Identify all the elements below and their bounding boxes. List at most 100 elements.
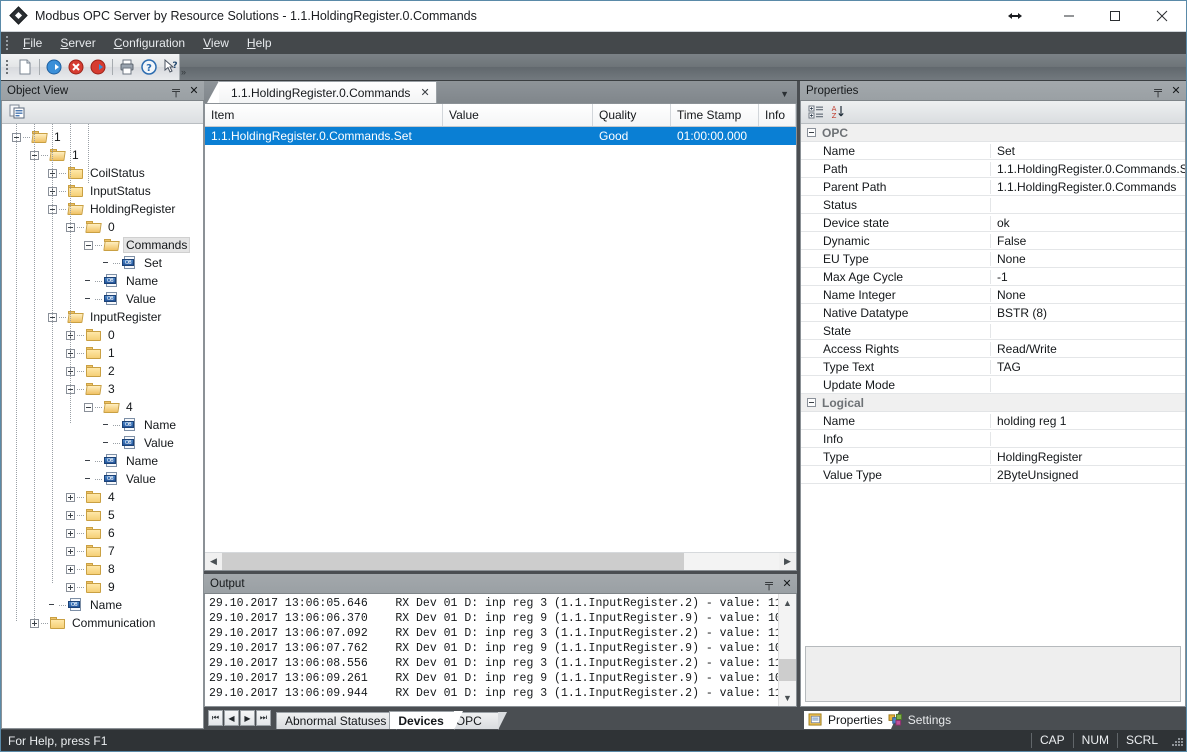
tree-node[interactable]: Commands [2,236,203,254]
property-row[interactable]: EU TypeNone [801,250,1185,268]
horizontal-scroll-track[interactable] [222,553,779,570]
menu-configuration[interactable]: Configuration [105,34,194,52]
scroll-left-arrow-icon[interactable]: ◀ [205,553,222,570]
categorized-view-icon[interactable] [805,102,827,122]
output-close-icon[interactable]: ✕ [779,576,795,592]
property-value[interactable]: BSTR (8) [991,306,1185,320]
column-header[interactable]: Item [205,104,443,126]
tree-expand-icon[interactable] [66,547,75,556]
menu-help[interactable]: Help [238,34,281,52]
tree-expand-icon[interactable] [66,565,75,574]
property-row[interactable]: Path1.1.HoldingRegister.0.Commands.Set [801,160,1185,178]
toolbar-grip[interactable] [3,59,11,75]
output-vertical-scrollbar[interactable]: ▲ ▼ [778,594,796,706]
property-row[interactable]: Parent Path1.1.HoldingRegister.0.Command… [801,178,1185,196]
tree-collapse-icon[interactable] [84,241,93,250]
maximize-button[interactable] [1092,1,1138,31]
toolbar-overflow-icon[interactable]: » [181,67,186,77]
properties-tab-settings[interactable]: Settings [884,711,959,729]
object-tree[interactable]: 11CoilStatusInputStatusHoldingRegister0C… [2,124,203,728]
prev-tab-button[interactable]: ◀ [224,710,239,726]
property-row[interactable]: TypeHoldingRegister [801,448,1185,466]
document-tab[interactable]: 1.1.HoldingRegister.0.Commands ✕ [218,81,437,103]
property-value[interactable]: False [991,234,1185,248]
tree-node[interactable]: OBName [2,596,203,614]
property-value[interactable]: HoldingRegister [991,450,1185,464]
item-list-body[interactable]: 1.1.HoldingRegister.0.Commands.SetGood01… [205,127,796,552]
tree-node[interactable]: OBName [2,452,203,470]
tree-node[interactable]: OBValue [2,470,203,488]
tree-node[interactable]: 2 [2,362,203,380]
property-row[interactable]: Update Mode [801,376,1185,394]
property-row[interactable]: Max Age Cycle-1 [801,268,1185,286]
tree-node[interactable]: 0 [2,326,203,344]
tree-expand-icon[interactable] [66,493,75,502]
property-value[interactable]: 1.1.HoldingRegister.0.Commands.Set [991,162,1185,176]
tree-node[interactable]: InputRegister [2,308,203,326]
properties-pin-icon[interactable]: ╤ [1150,83,1166,99]
tree-node[interactable]: 9 [2,578,203,596]
first-tab-button[interactable]: ⏮ [208,710,223,726]
property-row[interactable]: DynamicFalse [801,232,1185,250]
tree-node[interactable]: CoilStatus [2,164,203,182]
tree-node[interactable]: OBSet [2,254,203,272]
properties-close-icon[interactable]: ✕ [1168,83,1184,99]
property-row[interactable]: NameSet [801,142,1185,160]
print-icon[interactable] [116,56,138,78]
vertical-scroll-thumb[interactable] [779,659,796,681]
menu-view[interactable]: View [194,34,238,52]
tree-node[interactable]: 4 [2,488,203,506]
object-view-pin-icon[interactable]: ╤ [168,83,184,99]
document-tab-close-icon[interactable]: ✕ [420,86,429,99]
tree-node[interactable]: OBValue [2,434,203,452]
tree-node[interactable]: 4 [2,398,203,416]
property-value[interactable]: ok [991,216,1185,230]
tree-node[interactable]: Communication [2,614,203,632]
column-header[interactable]: Value [443,104,593,126]
tree-node[interactable]: 7 [2,542,203,560]
property-category[interactable]: OPC [801,124,1185,142]
property-value[interactable]: 1.1.HoldingRegister.0.Commands [991,180,1185,194]
category-collapse-icon[interactable] [807,128,816,137]
last-tab-button[interactable]: ⏭ [256,710,271,726]
bottom-tab-abnormal-statuses[interactable]: Abnormal Statuses [276,712,397,729]
tree-collapse-icon[interactable] [84,403,93,412]
vertical-scroll-track[interactable] [779,611,796,689]
property-category[interactable]: Logical [801,394,1185,412]
output-log-text[interactable]: 29.10.2017 13:06:05.646 RX Dev 01 D: inp… [205,594,778,706]
resize-horizontal-icon[interactable] [1007,1,1023,31]
alphabetical-sort-icon[interactable]: A Z [827,102,849,122]
close-button[interactable] [1138,1,1186,31]
tree-node[interactable]: 5 [2,506,203,524]
property-row[interactable]: Device stateok [801,214,1185,232]
item-list-horizontal-scrollbar[interactable]: ◀ ▶ [205,552,796,570]
property-value[interactable]: Read/Write [991,342,1185,356]
minimize-button[interactable] [1046,1,1092,31]
reconnect-icon[interactable] [87,56,109,78]
tree-expand-icon[interactable] [66,583,75,592]
properties-tab-properties[interactable]: Properties [804,711,891,729]
connect-icon[interactable] [43,56,65,78]
scroll-right-arrow-icon[interactable]: ▶ [779,553,796,570]
tree-node[interactable]: 8 [2,560,203,578]
property-value[interactable]: 2ByteUnsigned [991,468,1185,482]
property-grid-rows[interactable]: OPCNameSetPath1.1.HoldingRegister.0.Comm… [801,124,1185,643]
tree-node[interactable]: OBName [2,272,203,290]
property-row[interactable]: Status [801,196,1185,214]
next-tab-button[interactable]: ▶ [240,710,255,726]
column-header[interactable]: Quality [593,104,671,126]
property-value[interactable]: None [991,288,1185,302]
property-row[interactable]: Native DatatypeBSTR (8) [801,304,1185,322]
horizontal-scroll-thumb[interactable] [222,553,684,570]
property-row[interactable]: Access RightsRead/Write [801,340,1185,358]
scroll-up-arrow-icon[interactable]: ▲ [779,594,796,611]
context-help-icon[interactable]: ? [160,56,182,78]
disconnect-icon[interactable] [65,56,87,78]
list-view-icon[interactable] [6,101,28,123]
new-document-icon[interactable] [14,56,36,78]
tree-node[interactable]: 1 [2,128,203,146]
property-row[interactable]: Info [801,430,1185,448]
property-value[interactable]: None [991,252,1185,266]
bottom-tab-devices[interactable]: Devices [389,711,454,729]
tree-node[interactable]: 1 [2,146,203,164]
